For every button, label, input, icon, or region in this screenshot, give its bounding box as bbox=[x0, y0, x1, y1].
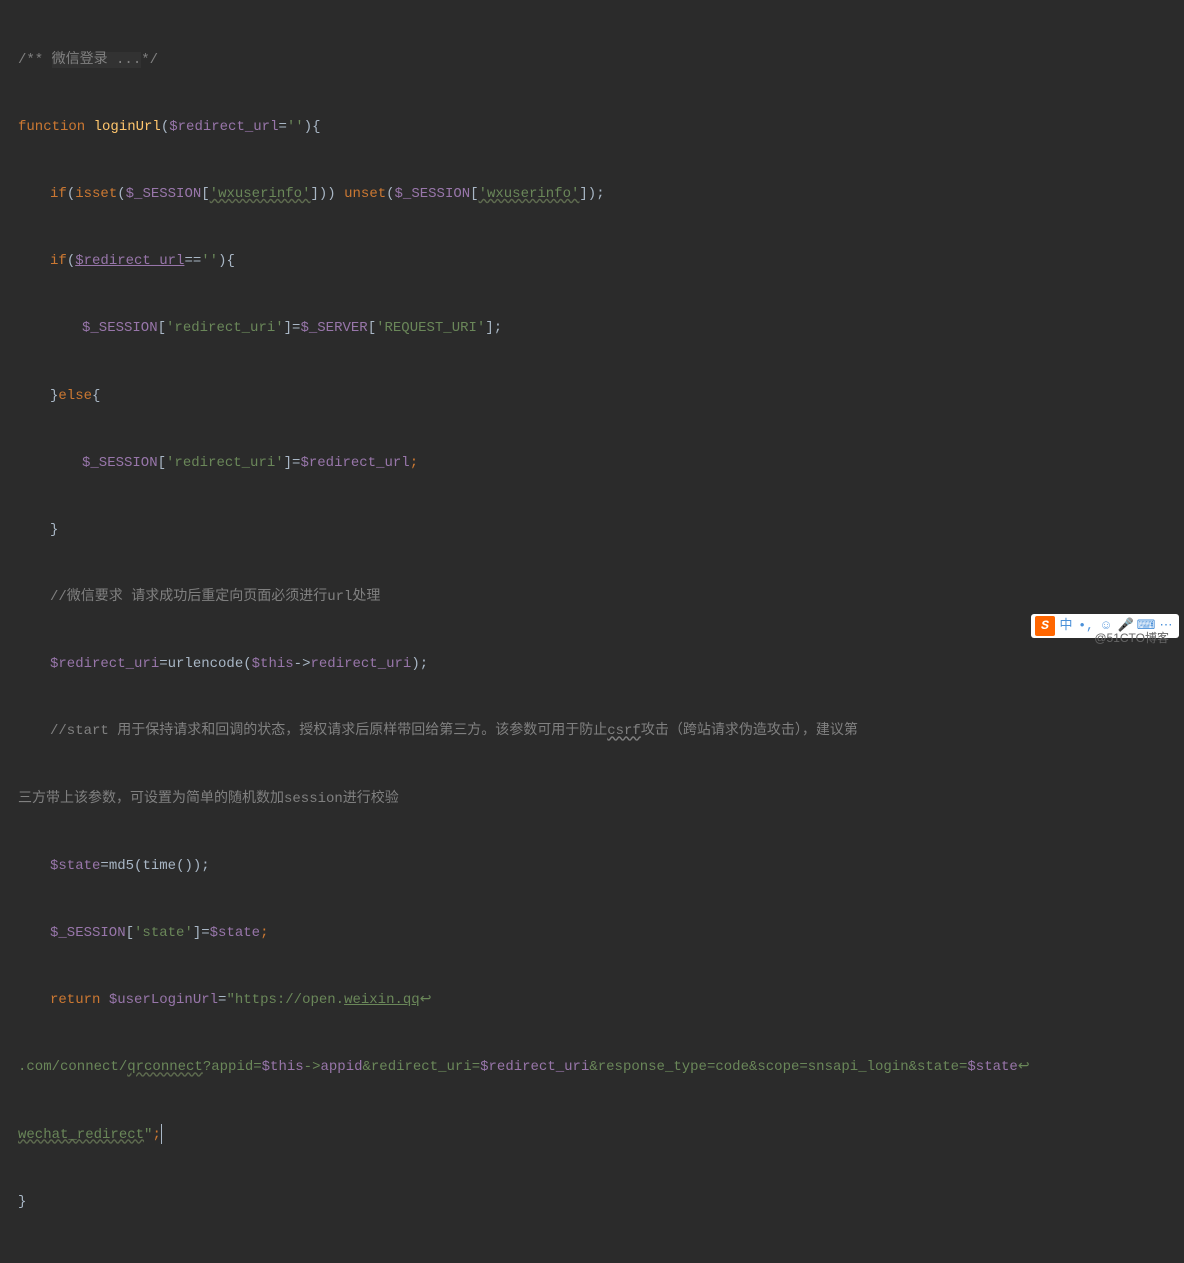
code-line-8: } bbox=[18, 514, 1184, 548]
code-line-14: $_SESSION['state']=$state; bbox=[18, 917, 1184, 951]
code-line-3: if(isset($_SESSION['wxuserinfo'])) unset… bbox=[18, 178, 1184, 212]
code-line-18: } bbox=[18, 1186, 1184, 1220]
code-line-2: function loginUrl($redirect_url=''){ bbox=[18, 111, 1184, 145]
watermark: @51CTO博客 bbox=[1094, 624, 1169, 653]
code-line-16: .com/connect/qrconnect?appid=$this->appi… bbox=[18, 1051, 1184, 1085]
code-editor[interactable]: /** 微信登录 ...*/ function loginUrl($redire… bbox=[0, 0, 1184, 1263]
code-line-13: $state=md5(time()); bbox=[18, 850, 1184, 884]
code-line-17: wechat_redirect"; bbox=[18, 1119, 1184, 1153]
code-line-7: $_SESSION['redirect_uri']=$redirect_url; bbox=[18, 447, 1184, 481]
code-line-4: if($redirect_url==''){ bbox=[18, 245, 1184, 279]
ime-punctuation-icon[interactable]: •, bbox=[1077, 617, 1095, 635]
ime-language-icon[interactable]: 中 bbox=[1057, 617, 1075, 635]
code-line-6: }else{ bbox=[18, 380, 1184, 414]
code-line-10: $redirect_uri=urlencode($this->redirect_… bbox=[18, 648, 1184, 682]
code-line-11: //start 用于保持请求和回调的状态，授权请求后原样带回给第三方。该参数可用… bbox=[18, 715, 1184, 749]
code-line-5: $_SESSION['redirect_uri']=$_SERVER['REQU… bbox=[18, 312, 1184, 346]
code-line-9: //微信要求 请求成功后重定向页面必须进行url处理 bbox=[18, 581, 1184, 615]
code-line-12: 三方带上该参数，可设置为简单的随机数加session进行校验 bbox=[18, 783, 1184, 817]
code-line-15: return $userLoginUrl="https://open.weixi… bbox=[18, 984, 1184, 1018]
code-line-1: /** 微信登录 ...*/ bbox=[18, 44, 1184, 78]
sogou-logo-icon[interactable]: S bbox=[1035, 616, 1055, 636]
text-cursor bbox=[161, 1124, 162, 1144]
